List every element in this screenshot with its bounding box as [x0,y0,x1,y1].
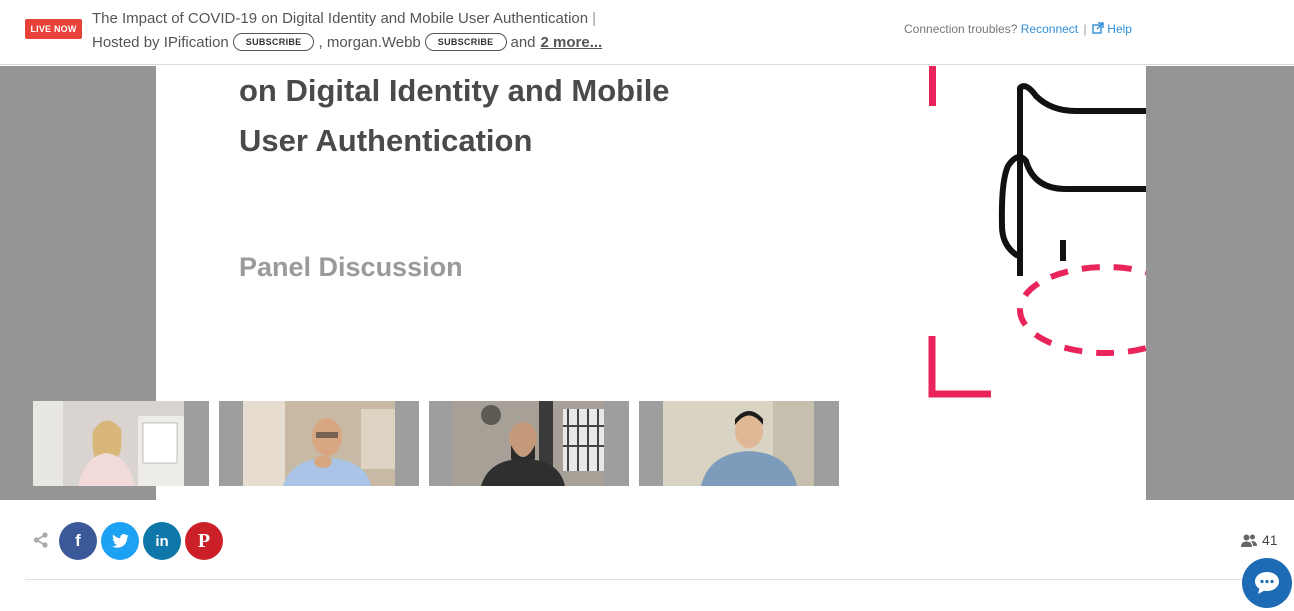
help-link[interactable]: Help [1092,22,1132,36]
viewer-count: 41 [1241,532,1278,548]
chat-button[interactable] [1242,558,1292,608]
event-title: The Impact of COVID-19 on Digital Identi… [92,10,589,27]
event-header: LIVE NOW The Impact of COVID-19 on Digit… [0,0,1294,65]
link-divider: | [1083,22,1087,36]
pink-bracket-bottom [928,336,991,398]
chair-seat-line [998,154,1146,259]
slide-heading-line1: on Digital Identity and Mobile [239,73,670,108]
external-link-icon [1092,22,1104,34]
hosted-by-label: Hosted by [92,33,160,51]
and-label: and [510,33,536,51]
participant-video-2[interactable] [219,401,419,486]
hosts-line: Hosted by IPification SUBSCRIBE , morgan… [92,33,602,51]
title-separator: | [592,10,596,27]
participant-video-frame [453,401,604,486]
linkedin-icon: in [155,532,169,550]
participant-video-frame [243,401,395,486]
divider-line [25,579,1269,580]
dashed-circle [1017,264,1146,356]
host-morgan-webb[interactable]: morgan.Webb [327,34,421,51]
event-title-line: The Impact of COVID-19 on Digital Identi… [92,10,596,27]
presentation-stage: on Digital Identity and Mobile User Auth… [0,66,1294,500]
share-bar: f in P 41 [0,500,1294,580]
pink-bracket-top [929,66,936,106]
more-hosts-link[interactable]: 2 more... [541,34,603,51]
participant-video-frame [33,401,184,486]
users-icon [1241,534,1257,547]
chat-bubble-icon [1255,572,1279,594]
viewer-count-value: 41 [1262,532,1278,548]
slide-heading: on Digital Identity and Mobile User Auth… [239,66,799,166]
subscribe-button-host1[interactable]: SUBSCRIBE [232,33,315,51]
slide-illustration [928,66,1146,398]
linkedin-share-button[interactable]: in [143,522,181,560]
subscribe-button-host2[interactable]: SUBSCRIBE [424,33,507,51]
pinterest-icon: P [197,529,211,552]
twitter-icon [111,534,129,548]
help-label: Help [1107,22,1132,36]
participant-video-4[interactable] [639,401,839,486]
host-separator: , [318,33,323,51]
live-now-badge: LIVE NOW [25,19,82,39]
host-ipification[interactable]: IPification [164,34,229,51]
slide-heading-line2: User Authentication [239,123,533,158]
share-icon [33,532,48,548]
participant-video-1[interactable] [33,401,209,486]
connection-troubles-text: Connection troubles? [904,22,1018,36]
facebook-icon: f [75,531,81,550]
participant-video-3[interactable] [429,401,629,486]
facebook-share-button[interactable]: f [59,522,97,560]
participant-video-frame [663,401,814,486]
pinterest-share-button[interactable]: P [185,522,223,560]
twitter-share-button[interactable] [101,522,139,560]
connection-help: Connection troubles? Reconnect | Help [904,22,1132,36]
slide-subheading: Panel Discussion [239,252,463,282]
reconnect-link[interactable]: Reconnect [1021,22,1078,36]
